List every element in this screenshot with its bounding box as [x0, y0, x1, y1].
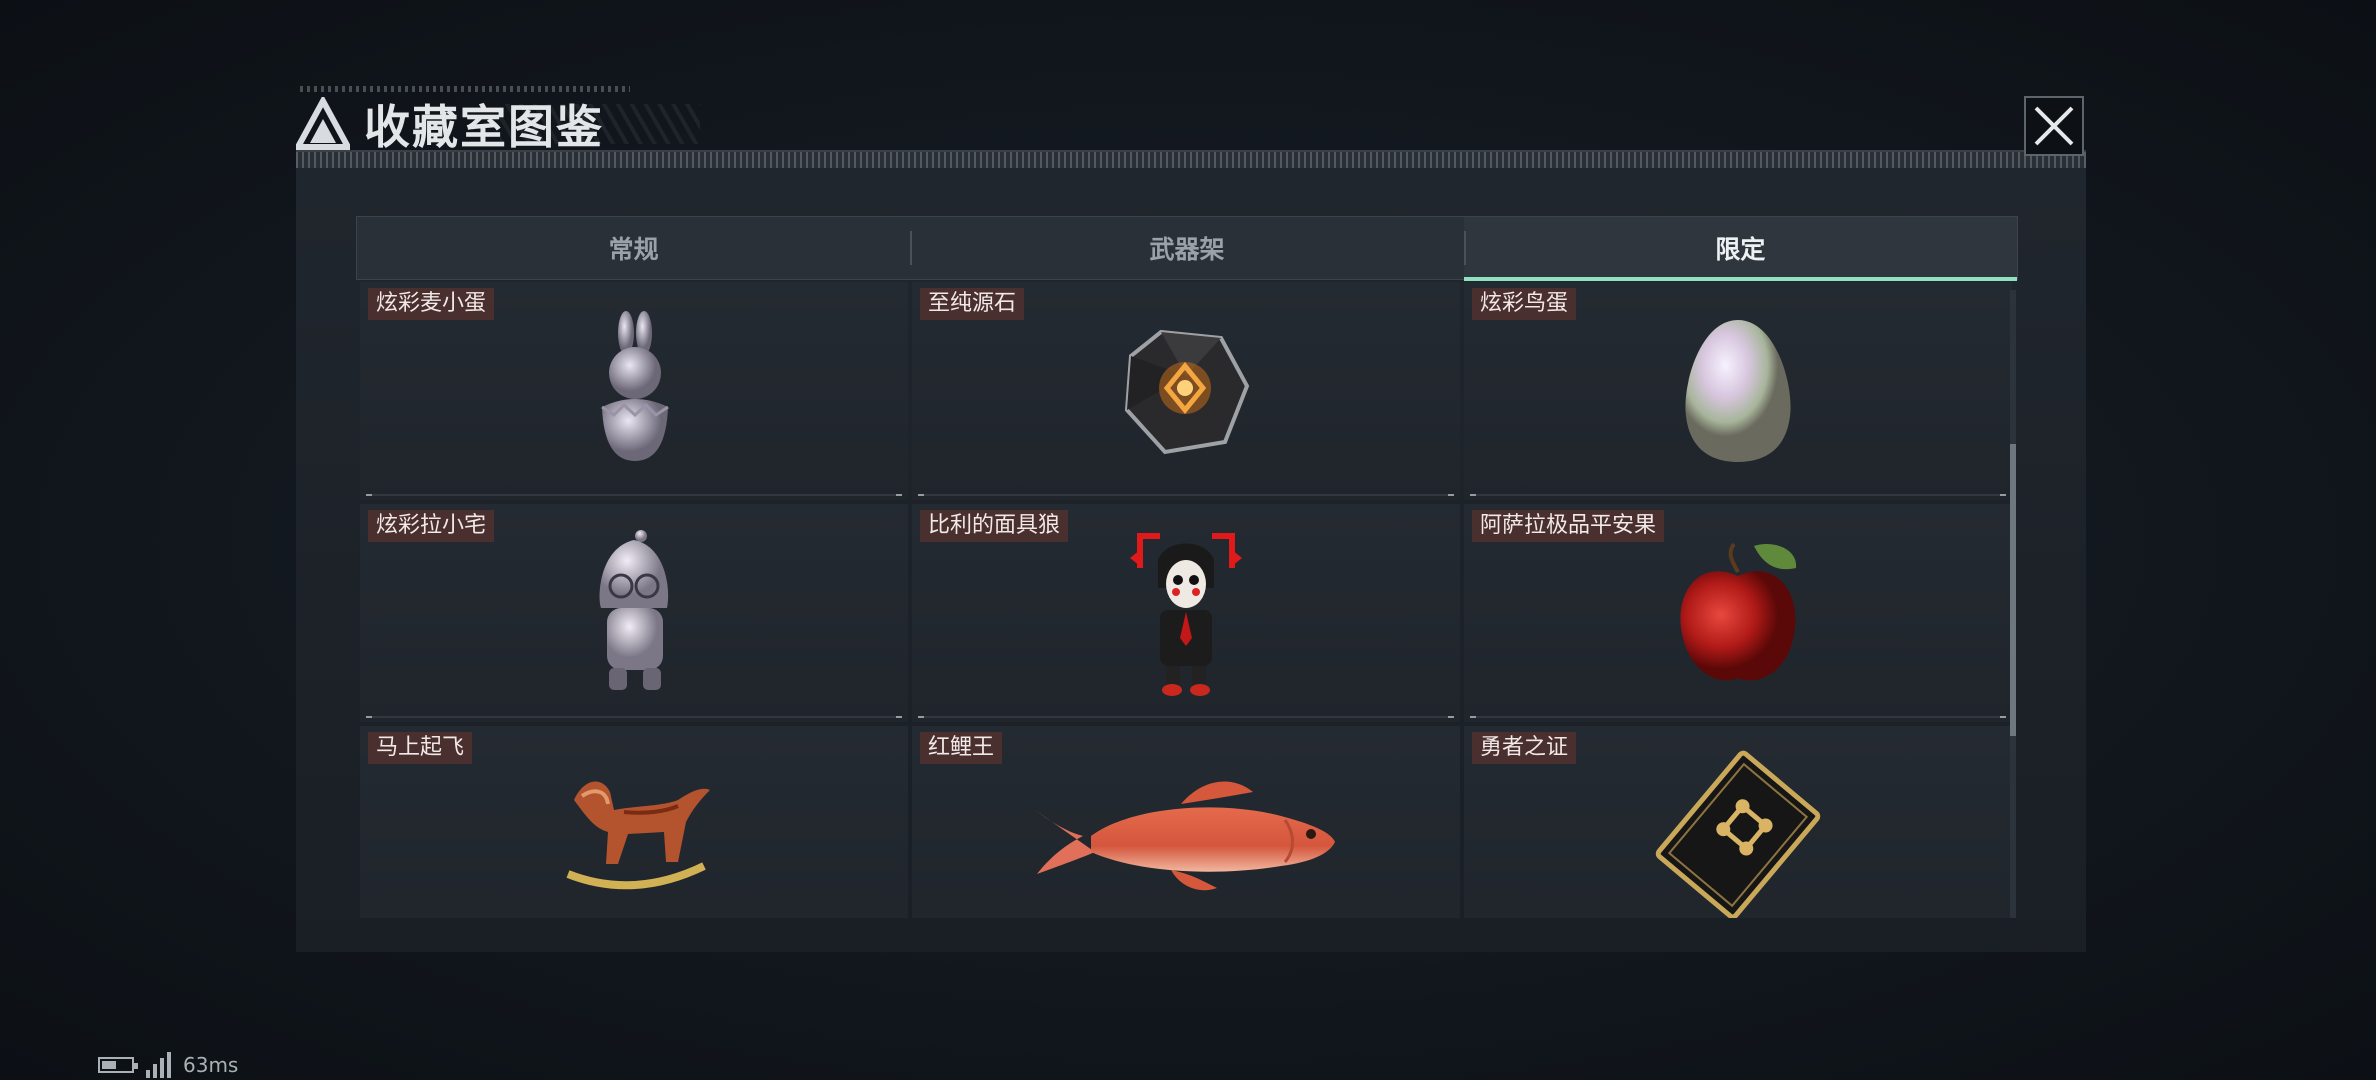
modal-title-bar: 收藏室图鉴	[296, 92, 604, 156]
tab-regular[interactable]: 常规	[357, 217, 910, 279]
collection-item[interactable]: 马上起飞	[360, 726, 908, 918]
item-label: 马上起飞	[368, 732, 473, 764]
collection-item[interactable]: 红鲤王	[912, 726, 1460, 918]
collection-item[interactable]: 炫彩麦小蛋	[360, 282, 908, 500]
rocking-horse-icon	[566, 781, 710, 890]
collection-item[interactable]: 比利的面具狼	[912, 504, 1460, 722]
category-tabs: 常规 武器架 限定	[356, 216, 2018, 281]
collection-item[interactable]: 至纯源石	[912, 282, 1460, 500]
item-label: 勇者之证	[1472, 732, 1577, 764]
collection-grid: 炫彩麦小蛋 至纯源石 炫彩鸟蛋 炫彩拉小宅 比利的面具狼 阿萨拉极品平安果 马上…	[356, 282, 2012, 918]
collection-item[interactable]: 炫彩拉小宅	[360, 504, 908, 722]
tab-weapon-rack[interactable]: 武器架	[910, 217, 1463, 279]
status-bar: 63ms	[98, 1052, 238, 1078]
item-label: 炫彩麦小蛋	[368, 288, 495, 320]
item-label: 炫彩鸟蛋	[1472, 288, 1577, 320]
hooded-figurine-icon	[599, 530, 669, 690]
apple-icon	[1680, 542, 1797, 681]
pearl-egg-icon	[1685, 320, 1791, 462]
signal-icon	[146, 1052, 171, 1078]
scrollbar-thumb[interactable]	[2010, 444, 2016, 736]
collection-item[interactable]: 炫彩鸟蛋	[1464, 282, 2012, 500]
battery-icon	[98, 1057, 138, 1073]
close-button[interactable]	[2024, 96, 2084, 156]
item-label: 炫彩拉小宅	[368, 510, 495, 542]
modal-title: 收藏室图鉴	[364, 100, 604, 154]
item-label: 比利的面具狼	[920, 510, 1069, 542]
close-icon	[2034, 106, 2074, 146]
item-label: 红鲤王	[920, 732, 1003, 764]
collection-item[interactable]: 阿萨拉极品平安果	[1464, 504, 2012, 722]
ping-readout: 63ms	[183, 1053, 239, 1077]
bunny-egg-figurine-icon	[601, 311, 669, 461]
gold-card-icon	[1655, 750, 1821, 918]
item-label: 阿萨拉极品平安果	[1472, 510, 1665, 542]
crystal-stone-icon	[1124, 329, 1250, 455]
puppet-mask-figure-icon	[1130, 533, 1242, 696]
delta-logo-icon	[296, 97, 350, 150]
item-label: 至纯源石	[920, 288, 1025, 320]
collection-item[interactable]: 勇者之证	[1464, 726, 2012, 918]
carp-fish-icon	[1035, 781, 1335, 891]
tab-limited[interactable]: 限定	[1463, 217, 2018, 281]
